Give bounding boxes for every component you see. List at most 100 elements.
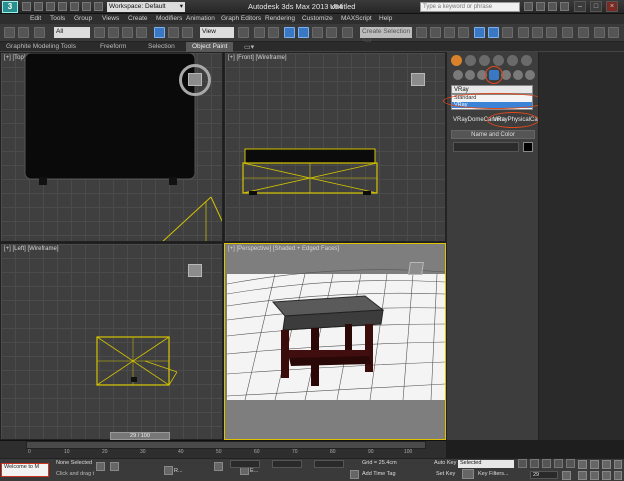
viewcube-icon[interactable] — [408, 262, 424, 275]
taskbar-window-1[interactable]: R... — [174, 468, 183, 474]
window-crossing-icon[interactable] — [136, 27, 147, 38]
zoom-icon[interactable] — [578, 460, 587, 469]
mirror-icon[interactable] — [416, 27, 427, 38]
viewport-front[interactable]: [+] [Front] [Wireframe] — [224, 52, 446, 242]
select-and-rotate-icon[interactable] — [168, 27, 179, 38]
redo-icon[interactable] — [18, 27, 29, 38]
previous-frame-icon[interactable] — [530, 459, 539, 468]
current-frame-field[interactable]: 29 — [530, 471, 558, 479]
menu-graph-editors[interactable]: Graph Editors — [221, 15, 261, 22]
undo-icon[interactable] — [4, 27, 15, 38]
maximize-viewport-icon[interactable] — [614, 471, 622, 480]
select-and-scale-icon[interactable] — [182, 27, 193, 38]
tab-selection[interactable]: Selection — [148, 43, 175, 50]
spinner-snap-icon[interactable] — [326, 27, 337, 38]
auto-key-button[interactable]: Auto Key — [434, 460, 456, 466]
time-configuration-icon[interactable] — [562, 471, 571, 480]
named-selection-dropdown[interactable]: Create Selection Set — [360, 27, 412, 45]
display-tab-icon[interactable] — [507, 55, 518, 66]
material-editor-icon[interactable] — [502, 27, 513, 38]
ribbon-toggle-icon[interactable]: ▭▾ — [244, 43, 254, 51]
viewport-perspective[interactable]: [+] [Perspective] [Shaded + Edged Faces] — [224, 243, 446, 440]
schematic-view-icon[interactable] — [488, 27, 499, 38]
graphite-toggle-icon[interactable] — [458, 27, 469, 38]
vray-frame-buffer-icon[interactable] — [578, 27, 589, 38]
maximize-button[interactable]: □ — [590, 1, 602, 12]
viewport-left[interactable]: [+] [Left] [Wireframe] — [0, 243, 223, 440]
minimize-button[interactable]: – — [574, 1, 586, 12]
name-and-color-rollout[interactable]: Name and Color — [451, 130, 535, 139]
utilities-tab-icon[interactable] — [521, 55, 532, 66]
key-mode-dropdown[interactable]: Selected — [458, 460, 514, 468]
menu-maxscript[interactable]: MAXScript — [341, 15, 372, 22]
angle-snap-icon[interactable] — [298, 27, 309, 38]
menu-views[interactable]: Views — [102, 15, 119, 22]
search-input[interactable]: Type a keyword or phrase — [420, 2, 520, 12]
object-name-field[interactable] — [453, 142, 519, 152]
absolute-mode-icon[interactable] — [214, 462, 223, 471]
taskbar-window-icon[interactable] — [110, 462, 119, 471]
edit-named-selection-icon[interactable] — [342, 27, 353, 38]
select-by-name-icon[interactable] — [108, 27, 119, 38]
object-color-swatch[interactable] — [523, 142, 533, 152]
quick-access-dropdown-icon[interactable] — [94, 2, 103, 11]
set-key-button[interactable]: Set Key — [436, 471, 455, 477]
tab-object-paint[interactable]: Object Paint — [186, 42, 234, 52]
vray-options-icon[interactable] — [594, 27, 605, 38]
teapot-render-icon[interactable] — [562, 27, 573, 38]
menu-edit[interactable]: Edit — [30, 15, 41, 22]
percent-snap-icon[interactable] — [312, 27, 323, 38]
render-production-icon[interactable] — [546, 27, 557, 38]
keyboard-shortcut-override-icon[interactable] — [268, 27, 279, 38]
motion-tab-icon[interactable] — [493, 55, 504, 66]
next-frame-icon[interactable] — [554, 459, 563, 468]
save-file-icon[interactable] — [46, 2, 55, 11]
search-icon[interactable] — [524, 2, 533, 11]
curve-editor-icon[interactable] — [474, 27, 485, 38]
close-button[interactable]: × — [606, 1, 618, 12]
layer-manager-icon[interactable] — [444, 27, 455, 38]
select-and-move-icon[interactable] — [154, 27, 165, 38]
menu-rendering[interactable]: Rendering — [265, 15, 295, 22]
set-key-icon[interactable] — [462, 469, 474, 479]
viewport-top[interactable]: [+] [Top] [Wireframe] — [0, 52, 223, 242]
undo-icon[interactable] — [58, 2, 67, 11]
communication-center-icon[interactable] — [536, 2, 545, 11]
redo-icon[interactable] — [70, 2, 79, 11]
open-file-icon[interactable] — [34, 2, 43, 11]
x-coordinate-field[interactable] — [230, 460, 260, 468]
space-warps-category-icon[interactable] — [513, 70, 523, 80]
new-file-icon[interactable] — [22, 2, 31, 11]
key-filters-button[interactable]: Key Filters... — [478, 471, 509, 477]
select-manipulate-icon[interactable] — [254, 27, 265, 38]
workspace-dropdown[interactable]: Workspace: Default ▾ — [107, 2, 185, 12]
z-coordinate-field[interactable] — [314, 460, 344, 468]
lock-selection-icon[interactable] — [96, 462, 105, 471]
select-and-link-icon[interactable] — [34, 27, 45, 38]
menu-tools[interactable]: Tools — [50, 15, 65, 22]
render-setup-icon[interactable] — [518, 27, 529, 38]
time-slider-thumb[interactable]: 29 / 100 — [110, 432, 170, 440]
project-folder-icon[interactable] — [82, 2, 91, 11]
time-slider-track[interactable] — [26, 441, 426, 449]
menu-help[interactable]: Help — [379, 15, 392, 22]
create-tab-icon[interactable] — [451, 55, 462, 66]
menu-animation[interactable]: Animation — [186, 15, 215, 22]
menu-modifiers[interactable]: Modifiers — [156, 15, 182, 22]
y-coordinate-field[interactable] — [272, 460, 302, 468]
shapes-category-icon[interactable] — [465, 70, 475, 80]
rectangular-selection-icon[interactable] — [122, 27, 133, 38]
zoom-extents-icon[interactable] — [602, 460, 611, 469]
tab-graphite-modeling-tools[interactable]: Graphite Modeling Tools — [6, 43, 76, 50]
taskbar-window-2[interactable]: E... — [250, 468, 258, 474]
menu-group[interactable]: Group — [74, 15, 92, 22]
geometry-category-icon[interactable] — [453, 70, 463, 80]
snaps-toggle-icon[interactable] — [284, 27, 295, 38]
select-object-icon[interactable] — [94, 27, 105, 38]
vray-render-icon[interactable] — [608, 27, 619, 38]
reference-coordinate-dropdown[interactable]: View — [200, 27, 234, 38]
modify-tab-icon[interactable] — [465, 55, 476, 66]
viewcube-icon[interactable] — [188, 73, 202, 86]
go-to-end-icon[interactable] — [566, 459, 575, 468]
time-tag-icon[interactable] — [350, 470, 359, 479]
